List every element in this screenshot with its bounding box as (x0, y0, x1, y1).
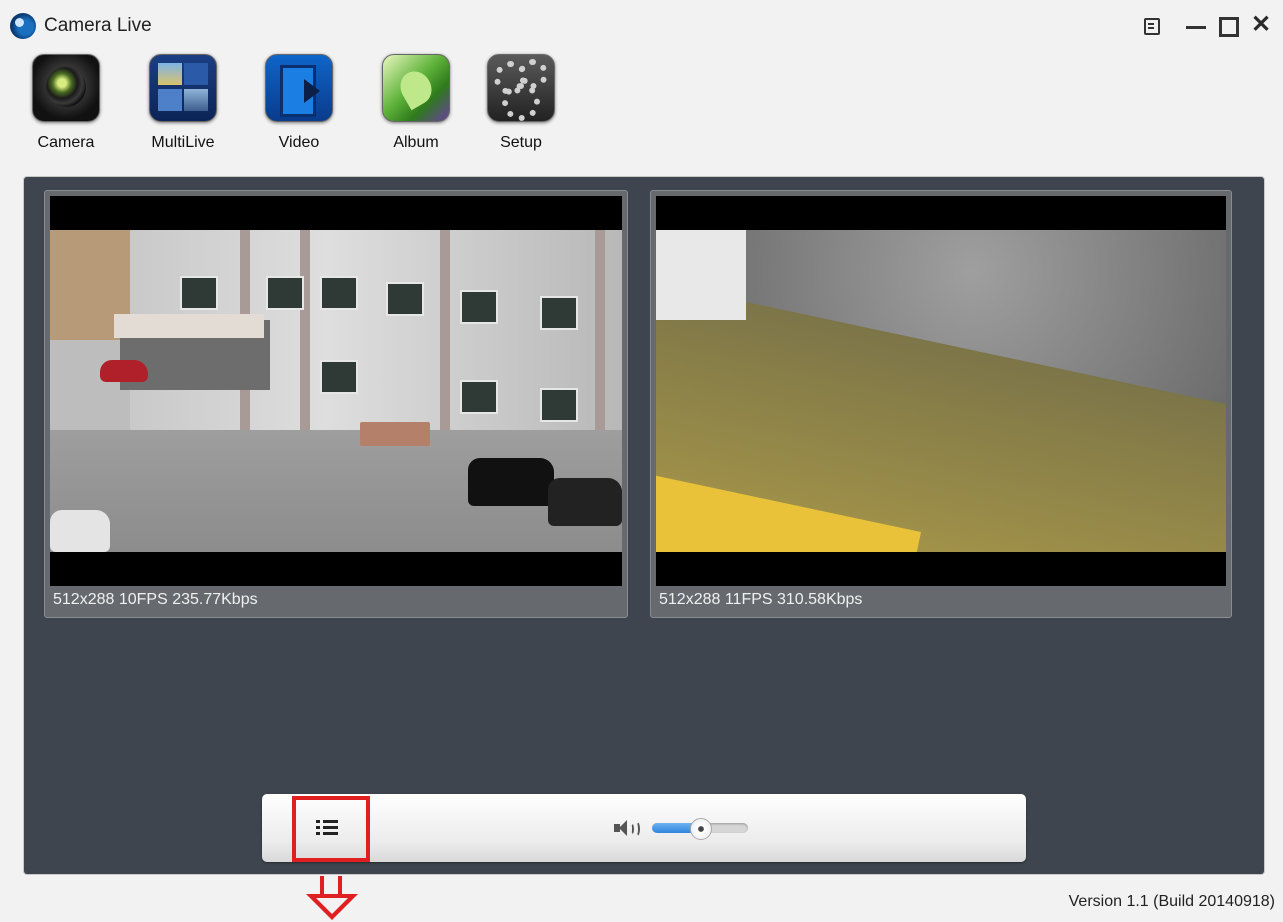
volume-slider[interactable] (652, 818, 748, 840)
toolbar-video-button[interactable]: Video (254, 54, 344, 152)
toolbar-camera-label: Camera (37, 134, 95, 151)
menu-icon[interactable] (1139, 12, 1165, 38)
toolbar-setup-button[interactable]: Setup (476, 54, 566, 152)
camera-icon (32, 54, 100, 122)
stream-stats-1: 512x288 10FPS 235.77Kbps (53, 591, 258, 608)
toolbar-album-label: Album (393, 134, 439, 151)
app-logo-icon (10, 13, 36, 39)
minimize-icon[interactable] (1184, 12, 1210, 38)
toolbar-multilive-button[interactable]: MultiLive (138, 54, 228, 152)
close-icon[interactable]: ✕ (1248, 12, 1274, 38)
video-feed-2[interactable] (656, 196, 1226, 586)
list-button-highlight-box (292, 796, 370, 862)
app-window: Camera Live ✕ Camera MultiLive Video Alb… (0, 0, 1283, 922)
multilive-icon (149, 54, 217, 122)
album-icon (382, 54, 450, 122)
volume-slider-thumb[interactable] (690, 818, 712, 840)
main-toolbar: Camera MultiLive Video Album Setup (0, 50, 1283, 168)
toolbar-camera-button[interactable]: Camera (21, 54, 111, 152)
toolbar-setup-label: Setup (500, 134, 542, 151)
toolbar-album-button[interactable]: Album (371, 54, 461, 152)
stream-stats-2: 512x288 11FPS 310.58Kbps (659, 591, 863, 608)
video-frame-carpet (656, 230, 1226, 552)
video-feed-1[interactable] (50, 196, 622, 586)
video-frame-building (50, 230, 622, 552)
camera-tile-2[interactable]: 512x288 11FPS 310.58Kbps (650, 190, 1232, 618)
live-view-panel: 512x288 10FPS 235.77Kbps 512x288 11FPS 3… (24, 177, 1264, 874)
camera-tile-1[interactable]: 512x288 10FPS 235.77Kbps (44, 190, 628, 618)
toolbar-multilive-label: MultiLive (151, 134, 215, 151)
version-label: Version 1.1 (Build 20140918) (1068, 893, 1275, 910)
setup-gear-icon (487, 54, 555, 122)
video-icon (265, 54, 333, 122)
maximize-icon[interactable] (1216, 12, 1242, 38)
playback-control-bar (262, 794, 1026, 862)
volume-icon[interactable] (614, 820, 642, 837)
down-arrow-annotation (304, 876, 360, 922)
toolbar-video-label: Video (278, 134, 320, 151)
title-bar: Camera Live ✕ (0, 0, 1283, 50)
app-title: Camera Live (44, 15, 152, 36)
